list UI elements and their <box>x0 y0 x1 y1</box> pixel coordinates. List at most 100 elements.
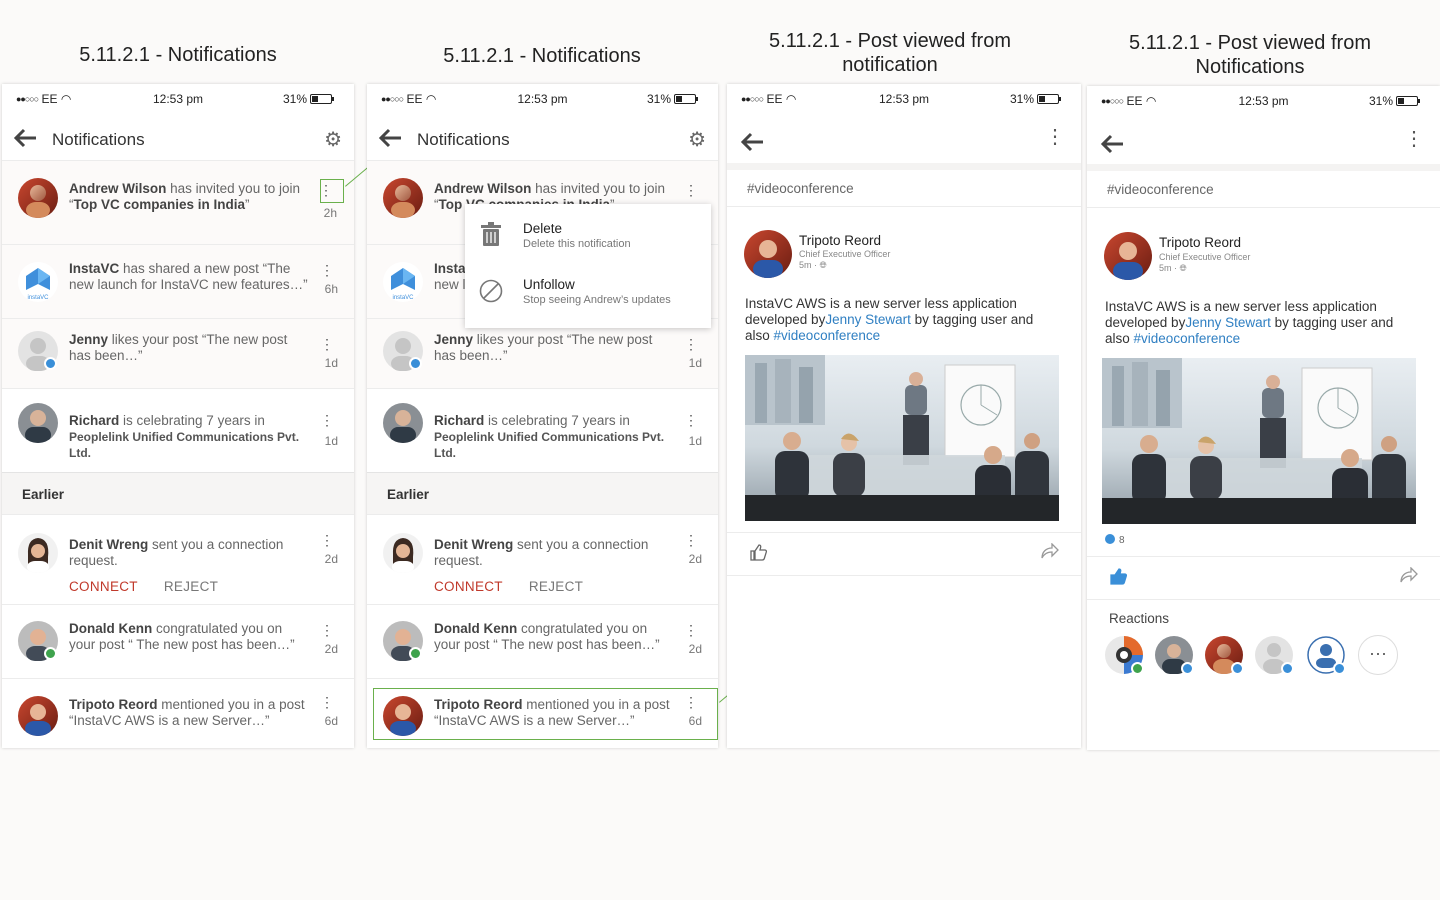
reject-button[interactable]: REJECT <box>529 579 583 594</box>
notification-item[interactable]: Andrew Wilson has invited you to join “T… <box>2 160 354 244</box>
like-reaction-icon <box>1105 534 1115 544</box>
author-avatar[interactable] <box>744 230 792 278</box>
highlight-box <box>373 688 718 740</box>
notification-item[interactable]: Jenny likes your post “The new post has … <box>367 318 718 388</box>
notification-item[interactable]: Jenny likes your post “The new post has … <box>2 318 354 388</box>
notification-item[interactable]: Donald Kenn congratulated you on your po… <box>2 604 354 678</box>
more-options-icon[interactable]: ⋮ <box>320 623 334 637</box>
unfollow-menu-item[interactable]: Unfollow Stop seeing Andrew’s updates <box>465 264 711 320</box>
share-icon[interactable] <box>1400 567 1418 583</box>
like-icon[interactable] <box>749 543 767 561</box>
time-ago: 1d <box>324 356 338 370</box>
back-arrow-icon[interactable] <box>739 131 765 153</box>
reaction-avatar[interactable] <box>1255 636 1294 675</box>
more-options-icon[interactable]: ⋮ <box>1404 129 1424 149</box>
reaction-avatar[interactable] <box>1307 636 1346 675</box>
notification-item[interactable]: Donald Kenn congratulated you on your po… <box>367 604 718 678</box>
author-name[interactable]: Tripoto Reord <box>799 233 881 248</box>
back-arrow-icon[interactable] <box>377 127 403 149</box>
more-options-icon[interactable]: ⋮ <box>684 413 698 427</box>
author-avatar[interactable] <box>1104 232 1152 280</box>
reject-button[interactable]: REJECT <box>164 579 218 594</box>
delete-menu-item[interactable]: Delete Delete this notification <box>465 208 711 264</box>
caption-3-line-2: notification <box>842 54 938 76</box>
notification-item[interactable]: Richard is celebrating 7 years in Peoplel… <box>367 388 718 472</box>
back-arrow-icon[interactable] <box>12 127 38 149</box>
time-ago: 2d <box>688 642 702 656</box>
author-role: Chief Executive Officer <box>1159 252 1251 262</box>
like-badge-icon <box>409 357 422 370</box>
like-badge-icon <box>1281 662 1294 675</box>
more-options-icon[interactable]: ⋮ <box>320 413 334 427</box>
time-ago: 1d <box>688 356 702 370</box>
connection-actions: CONNECT REJECT <box>69 579 218 594</box>
notification-item[interactable]: Tripoto Reord mentioned you in a post “I… <box>2 678 354 748</box>
hashtag-header[interactable]: #videoconference <box>747 181 854 196</box>
more-options-icon[interactable]: ⋮ <box>320 337 334 351</box>
connection-actions: CONNECT REJECT <box>434 579 583 594</box>
battery-icon <box>1396 96 1420 106</box>
earlier-label: Earlier <box>387 487 430 502</box>
more-reactions-button[interactable]: ··· <box>1358 635 1398 675</box>
more-options-icon[interactable]: ⋮ <box>1045 127 1065 147</box>
post-time: 5m · 🌐︎ <box>799 260 827 270</box>
avatar <box>383 621 423 661</box>
reaction-count[interactable]: 8 <box>1105 534 1125 546</box>
more-options-icon[interactable]: ⋮ <box>684 337 698 351</box>
caption-4-line-2: Notifications <box>1195 56 1305 78</box>
connect-button[interactable]: CONNECT <box>69 579 138 594</box>
notification-text: InstaVC has shared a new post “The new l… <box>69 261 308 292</box>
like-badge-icon <box>1333 662 1346 675</box>
back-arrow-icon[interactable] <box>1099 133 1125 155</box>
earlier-section-header: Earlier <box>2 472 354 514</box>
more-options-icon[interactable]: ⋮ <box>684 183 698 197</box>
congrats-badge-icon <box>44 647 57 660</box>
app-bar: ⋮ <box>727 119 1081 159</box>
mention-link[interactable]: Jenny Stewart <box>825 312 911 327</box>
hashtag-link[interactable]: #videoconference <box>1134 331 1241 346</box>
unfollow-subtitle: Stop seeing Andrew’s updates <box>523 294 671 306</box>
notification-item[interactable]: Richard is celebrating 7 years in Peoplel… <box>2 388 354 472</box>
more-options-icon[interactable]: ⋮ <box>320 695 334 709</box>
reaction-avatar[interactable] <box>1105 636 1144 675</box>
hashtag-header[interactable]: #videoconference <box>1107 182 1214 197</box>
notification-text: Andrew Wilson has invited you to join “T… <box>69 181 300 212</box>
notification-item[interactable]: instaVC InstaVC has shared a new post “T… <box>2 244 354 318</box>
notification-item[interactable]: Denit Wreng sent you a connection reques… <box>2 514 354 604</box>
time-ago: 6d <box>324 714 338 728</box>
reaction-avatar[interactable] <box>1205 636 1244 675</box>
gear-icon[interactable]: ⚙ <box>688 130 706 150</box>
avatar <box>18 533 58 573</box>
notification-text: Jenny likes your post “The new post has … <box>69 332 288 363</box>
battery: 31% <box>647 92 698 106</box>
notification-item[interactable]: Denit Wreng sent you a connection reques… <box>367 514 718 604</box>
notification-text: Richard is celebrating 7 years in Peoplel… <box>434 413 665 460</box>
like-badge-icon <box>1181 662 1194 675</box>
mention-link[interactable]: Jenny Stewart <box>1185 315 1271 330</box>
post-image[interactable] <box>1102 358 1416 524</box>
more-options-icon[interactable]: ⋮ <box>684 623 698 637</box>
notification-text: Donald Kenn congratulated you on your po… <box>434 621 660 652</box>
author-name[interactable]: Tripoto Reord <box>1159 235 1241 250</box>
post-actions-bar <box>1087 556 1440 600</box>
status-bar: ●●○○○ EE ◠ 12:53 pm 31% <box>367 84 718 112</box>
battery-percent: 31% <box>1368 94 1393 108</box>
hashtag-link[interactable]: #videoconference <box>774 328 881 343</box>
svg-text:instaVC: instaVC <box>392 295 414 301</box>
avatar <box>18 331 58 371</box>
share-icon[interactable] <box>1041 543 1059 559</box>
status-bar: ●●○○○ EE ◠ 12:53 pm 31% <box>727 84 1081 112</box>
avatar <box>18 178 58 218</box>
reaction-avatar[interactable] <box>1155 636 1194 675</box>
more-options-icon[interactable]: ⋮ <box>320 533 334 547</box>
post-time: 5m · 🌐︎ <box>1159 263 1187 273</box>
more-options-icon[interactable]: ⋮ <box>320 263 334 277</box>
delete-subtitle: Delete this notification <box>523 238 631 250</box>
post-image[interactable] <box>745 355 1059 521</box>
screen-post-4: ●●○○○ EE ◠ 12:53 pm 31% ⋮ #videoconferen… <box>1087 86 1440 750</box>
battery-percent: 31% <box>1009 92 1034 106</box>
gear-icon[interactable]: ⚙ <box>324 130 342 150</box>
like-icon[interactable] <box>1109 567 1127 585</box>
connect-button[interactable]: CONNECT <box>434 579 503 594</box>
more-options-icon[interactable]: ⋮ <box>684 533 698 547</box>
